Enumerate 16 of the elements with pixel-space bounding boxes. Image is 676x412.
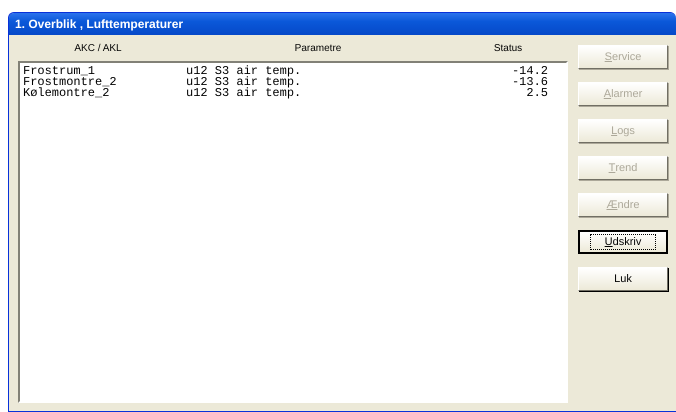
dialog-button[interactable]: Udskriv: [578, 230, 668, 254]
table-cell-text: -13.6: [510, 77, 548, 88]
table-cell-text: u12 S3 air temp.: [186, 66, 302, 77]
table-cell-text: u12 S3 air temp.: [186, 77, 302, 88]
table-cell-text: Frostmontre_2: [23, 77, 118, 88]
table-cell-text: Kølemontre_2: [23, 88, 110, 99]
window-title: 1. Overblik , Lufttemperaturer: [15, 17, 184, 31]
table-cell-text: 2.5: [525, 88, 548, 99]
table-cell-text: u12 S3 air temp.: [186, 88, 302, 99]
table-cell-text: Frostrum_1: [23, 66, 96, 77]
column-header: Status: [492, 42, 524, 54]
table-cell-text: -14.2: [510, 66, 548, 77]
column-header: AKC / AKL: [73, 42, 123, 54]
list-box[interactable]: Frostrum_1 u12 S3 air temp. -14.2 Frostmontre_2 u12 S3 air temp. -13.6 Kølemontre_2 u12 S3 air temp. 2.5: [18, 61, 568, 403]
dialog-button[interactable]: Luk: [578, 267, 668, 291]
column-header: Parametre: [294, 42, 342, 54]
